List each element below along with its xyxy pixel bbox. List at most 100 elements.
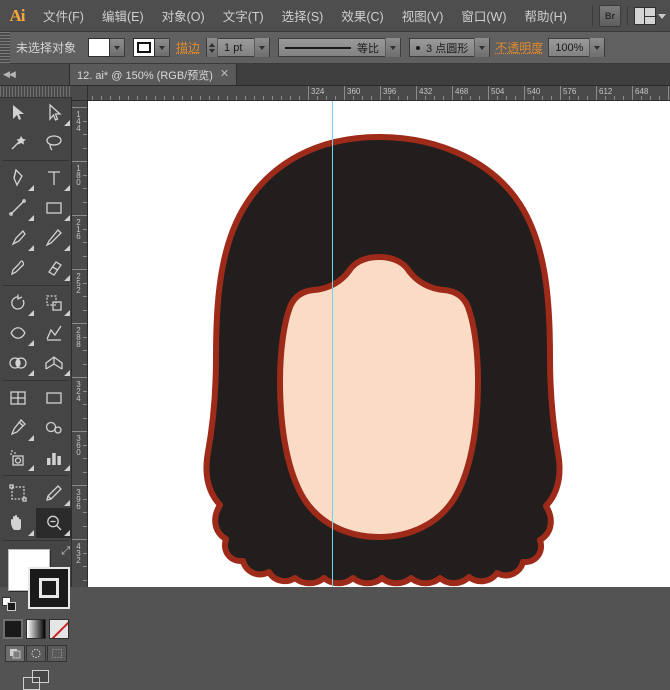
mesh-tool[interactable] (0, 383, 36, 413)
menu-edit[interactable]: 编辑(E) (93, 2, 153, 29)
menu-window[interactable]: 窗口(W) (452, 2, 515, 29)
pen-tool[interactable] (0, 163, 36, 193)
stroke-color-control[interactable] (133, 38, 170, 57)
horizontal-ruler[interactable]: 324360396432468504540576612648684 (72, 86, 670, 101)
gradient-tool[interactable] (36, 383, 72, 413)
shape-builder-tool[interactable] (0, 348, 36, 378)
perspective-grid-tool[interactable] (36, 348, 72, 378)
screen-mode-front (23, 677, 40, 690)
stroke-weight-label[interactable]: 描边 (170, 39, 206, 56)
selection-tool[interactable] (0, 98, 36, 128)
symbol-sprayer-tool[interactable] (0, 443, 36, 473)
fill-dropdown-button[interactable] (110, 38, 125, 57)
rectangle-tool[interactable] (36, 193, 72, 223)
stroke-dropdown-button[interactable] (155, 38, 170, 57)
document-tab[interactable]: 12. ai* @ 150% (RGB/预览) ✕ (70, 63, 237, 85)
eyedropper-tool[interactable] (0, 413, 36, 443)
tool-flyout-indicator (28, 185, 34, 191)
opacity-label[interactable]: 不透明度 (490, 39, 548, 56)
control-bar-grip[interactable] (0, 32, 10, 64)
toolbox-divider (3, 160, 69, 161)
menu-file[interactable]: 文件(F) (34, 2, 93, 29)
width-tool[interactable] (0, 318, 36, 348)
menu-bar: Ai 文件(F) 编辑(E) 对象(O) 文字(T) 选择(S) 效果(C) 视… (0, 0, 670, 32)
screen-mode-button[interactable] (0, 670, 71, 690)
gradient-mode-button[interactable] (26, 619, 46, 639)
opacity-dropdown[interactable] (589, 38, 604, 57)
blob-brush-tool[interactable] (0, 253, 36, 283)
stroke-profile-value: 等比 (279, 40, 385, 56)
tool-flyout-indicator (28, 215, 34, 221)
menubar-divider (592, 6, 593, 26)
slice-tool[interactable] (36, 478, 72, 508)
swap-fill-stroke-icon[interactable]: ⤢ (61, 545, 70, 558)
draw-inside-button[interactable] (47, 645, 67, 662)
ruler-label: 252 (74, 272, 82, 293)
direct-selection-tool[interactable] (36, 98, 72, 128)
artboard-canvas[interactable] (88, 101, 670, 587)
opacity-combo[interactable]: 100% (548, 38, 605, 57)
type-tool[interactable] (36, 163, 72, 193)
workspace-switcher[interactable] (634, 5, 666, 27)
blend-tool[interactable] (36, 413, 72, 443)
color-mode-button[interactable] (3, 619, 23, 639)
close-icon[interactable]: ✕ (220, 69, 229, 80)
fill-swatch[interactable] (88, 38, 110, 57)
eraser-tool[interactable] (36, 253, 72, 283)
line-segment-tool[interactable] (0, 193, 36, 223)
magic-wand-tool[interactable] (0, 128, 36, 158)
free-transform-tool[interactable] (36, 318, 72, 348)
draw-normal-button[interactable] (5, 645, 25, 662)
none-mode-button[interactable] (49, 619, 69, 639)
menu-object[interactable]: 对象(O) (153, 2, 214, 29)
lasso-tool[interactable] (36, 128, 72, 158)
document-tab-title: 12. ai* @ 150% (RGB/预览) (77, 67, 213, 83)
opacity-value[interactable]: 100% (549, 42, 589, 54)
stroke-swatch-center (39, 578, 59, 598)
stroke-weight-stepper[interactable] (207, 38, 218, 57)
default-fill-stroke-icon[interactable] (2, 597, 16, 611)
stroke-weight-field[interactable]: 1 pt (206, 38, 270, 57)
ruler-label: 216 (74, 218, 82, 239)
document-tab-bar: ◀◀ 12. ai* @ 150% (RGB/预览) ✕ (0, 64, 670, 86)
tool-flyout-indicator (64, 310, 70, 316)
ruler-label: 396 (74, 488, 82, 509)
stroke-profile-dropdown[interactable] (385, 38, 400, 57)
hand-tool[interactable] (0, 508, 36, 538)
ruler-corner[interactable] (72, 86, 88, 101)
toolbox-panel: ⤢ (0, 86, 72, 587)
stroke-swatch-inner (137, 42, 151, 53)
draw-behind-button[interactable] (26, 645, 46, 662)
collapse-arrows-icon: ◀◀ (0, 69, 15, 80)
menu-help[interactable]: 帮助(H) (516, 2, 576, 29)
artboard-tool[interactable] (0, 478, 36, 508)
vertical-ruler[interactable]: 144180216252288324360396432468 (72, 101, 88, 587)
menu-view[interactable]: 视图(V) (393, 2, 453, 29)
bridge-button[interactable]: Br (599, 5, 621, 27)
rotate-tool[interactable] (0, 288, 36, 318)
zoom-tool[interactable] (36, 508, 72, 538)
toolbox-grip[interactable] (0, 86, 72, 98)
toolbox-collapse-header[interactable]: ◀◀ (0, 63, 70, 85)
selection-status-label: 未选择对象 (10, 39, 86, 56)
pencil-tool[interactable] (36, 223, 72, 253)
scale-tool[interactable] (36, 288, 72, 318)
stepper-up-icon (209, 43, 215, 47)
fill-color-control[interactable] (88, 38, 125, 57)
stroke-weight-value[interactable]: 1 pt (218, 42, 254, 54)
stroke-color-swatch[interactable] (28, 567, 70, 609)
cartoon-face-illustration[interactable] (88, 101, 670, 587)
brush-definition-dropdown[interactable] (474, 38, 489, 57)
ruler-label: 324 (74, 380, 82, 401)
column-graph-tool[interactable] (36, 443, 72, 473)
menu-effect[interactable]: 效果(C) (332, 2, 392, 29)
paintbrush-tool[interactable] (0, 223, 36, 253)
brush-definition-combo[interactable]: 3 点圆形 (409, 38, 490, 57)
stroke-weight-dropdown[interactable] (254, 38, 269, 57)
stroke-profile-combo[interactable]: 等比 (278, 38, 401, 57)
brush-definition-label: 3 点圆形 (426, 40, 468, 56)
menu-type[interactable]: 文字(T) (214, 2, 273, 29)
menu-select[interactable]: 选择(S) (273, 2, 333, 29)
ruler-label: 144 (74, 110, 82, 131)
stroke-swatch[interactable] (133, 38, 155, 57)
